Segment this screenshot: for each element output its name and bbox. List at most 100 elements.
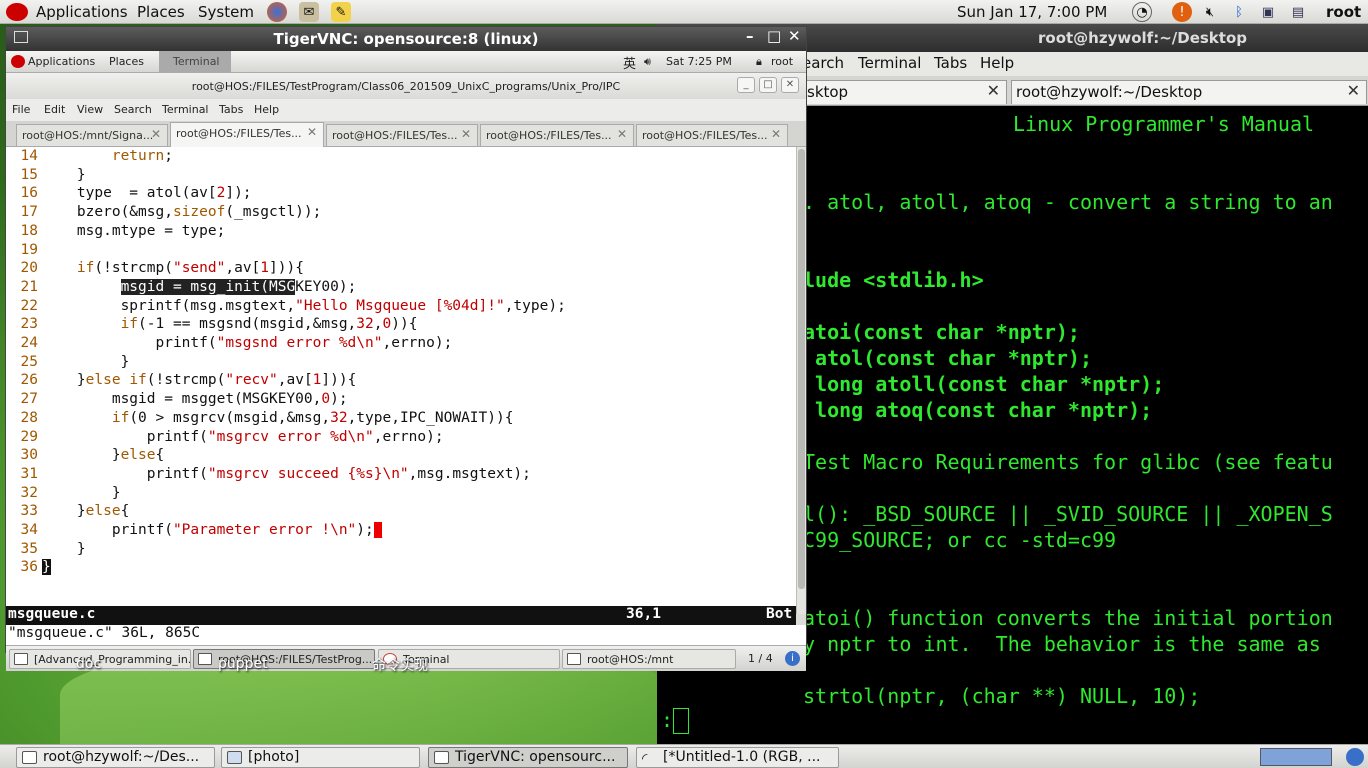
redhat-icon[interactable] — [11, 55, 25, 68]
terminal-menubar: File Edit View Search Terminal Tabs Help — [6, 99, 806, 121]
code-line: 17 bzero(&msg,sizeof(_msgctl)); — [6, 203, 322, 222]
status-scroll: Bot — [766, 606, 793, 622]
tab-1[interactable]: root@HOS:/mnt/Signa... ✕ — [16, 124, 168, 146]
menu-edit[interactable]: Edit — [44, 103, 65, 116]
clock[interactable]: Sun Jan 17, 7:00 PM — [957, 3, 1107, 21]
task-label: root@hzywolf:~/Des... — [43, 749, 200, 765]
tab-label: root@HOS:/FILES/Tes... — [486, 129, 612, 142]
tab-3[interactable]: root@HOS:/FILES/Tes... ✕ — [326, 124, 478, 146]
task-terminal-mnt[interactable]: root@HOS:/mnt — [562, 649, 736, 669]
volume-icon[interactable]: 🔊︎ — [644, 55, 651, 69]
menu-applications[interactable]: Applications — [28, 55, 95, 68]
menu-places[interactable]: Places — [109, 55, 144, 68]
line-number: 28 — [20, 409, 38, 426]
menu-terminal[interactable]: Terminal — [858, 54, 921, 72]
close-icon[interactable]: ✕ — [781, 77, 799, 93]
code-line: 32 } — [6, 484, 121, 503]
vim-editor[interactable]: 14 return; 15 } 16 type = atol(av[2]); 17 b… — [6, 147, 796, 614]
man-line: atoi() function converts the initial por… — [803, 606, 1333, 630]
line-number: 22 — [20, 297, 38, 314]
desktop-icon-doc[interactable]: doc — [76, 656, 101, 672]
menu-terminal[interactable]: Terminal — [162, 103, 209, 116]
menu-search[interactable]: earch — [802, 54, 844, 72]
remote-desktop: Applications Places Terminal 英 🔊︎ Sat 7:… — [6, 51, 806, 671]
bluetooth-icon[interactable]: ᛒ — [1229, 2, 1249, 22]
close-icon[interactable]: ✕ — [461, 127, 471, 141]
line-number: 18 — [20, 222, 38, 239]
tab-desktop-1[interactable]: sktop ✕ — [802, 80, 1007, 104]
code-line: 30 }else{ — [6, 446, 165, 465]
terminal-launcher[interactable]: Terminal — [159, 51, 231, 73]
close-icon[interactable]: ✕ — [1347, 81, 1360, 100]
volume-icon[interactable]: 🔇︎ — [1200, 2, 1220, 22]
menu-view[interactable]: View — [77, 103, 103, 116]
menu-applications[interactable]: Applications — [36, 3, 128, 21]
line-number: 21 — [20, 278, 38, 295]
tab-2[interactable]: root@HOS:/FILES/Tes... ✕ — [170, 122, 324, 147]
timer-icon[interactable]: ◔ — [1132, 2, 1152, 22]
menu-search[interactable]: Search — [114, 103, 152, 116]
menu-tabs[interactable]: Tabs — [934, 54, 967, 72]
menu-help[interactable]: Help — [980, 54, 1014, 72]
man-header: Linux Programmer's Manual — [1013, 112, 1315, 136]
top-panel: Applications Places System ✉ ✎ Sun Jan 1… — [0, 0, 1368, 24]
menu-help[interactable]: Help — [254, 103, 279, 116]
tab-5[interactable]: root@HOS:/FILES/Tes... ✕ — [636, 124, 788, 146]
menu-file[interactable]: File — [12, 103, 30, 116]
clock[interactable]: Sat 7:25 PM — [666, 55, 732, 68]
user-name[interactable]: root — [1326, 3, 1361, 21]
desktop-icon-puppet[interactable]: puppet — [218, 656, 268, 672]
close-icon[interactable]: ✕ — [617, 127, 627, 141]
code-line: 15 } — [6, 166, 86, 185]
tab-label: root@HOS:/mnt/Signa... — [22, 129, 154, 142]
task-hzywolf-terminal[interactable]: root@hzywolf:~/Des... — [16, 747, 215, 768]
code-line: 22 sprintf(msg.msgtext,"Hello Msgqueue [… — [6, 297, 566, 316]
pager-prompt: : — [661, 708, 674, 732]
trash-icon[interactable] — [1346, 748, 1364, 766]
close-icon[interactable]: ✕ — [151, 127, 161, 141]
firefox-icon[interactable] — [267, 2, 287, 22]
mail-icon[interactable]: ✉ — [299, 2, 319, 22]
user-name[interactable]: root — [771, 55, 793, 68]
minimize-icon[interactable]: _ — [737, 77, 755, 93]
task-gimp[interactable]: ◜ [*Untitled-1.0 (RGB, ... — [636, 747, 839, 768]
maximize-icon[interactable]: □ — [759, 77, 777, 93]
workspace-switcher[interactable] — [1260, 748, 1332, 766]
notes-icon[interactable]: ✎ — [331, 2, 351, 22]
terminal-icon — [198, 653, 212, 665]
window-menu-icon[interactable] — [14, 31, 28, 43]
menu-places[interactable]: Places — [137, 3, 185, 21]
redhat-icon[interactable] — [6, 3, 28, 21]
menu-system[interactable]: System — [198, 3, 254, 21]
workspace-indicator[interactable]: 1 / 4 — [748, 652, 773, 665]
code-line: 36} — [6, 558, 51, 577]
task-photo[interactable]: [photo] — [221, 747, 420, 768]
close-icon[interactable]: ✕ — [788, 27, 801, 45]
menu-tabs[interactable]: Tabs — [219, 103, 243, 116]
task-tigervnc[interactable]: TigerVNC: opensourc... — [428, 747, 628, 768]
task-label: [*Untitled-1.0 (RGB, ... — [663, 749, 821, 765]
line-number: 24 — [20, 335, 38, 351]
scrollbar[interactable] — [796, 147, 806, 614]
line-number: 17 — [20, 204, 38, 221]
network-icon[interactable]: ▣ — [1258, 2, 1278, 22]
desktop-icon-cmd[interactable]: 命令实现 — [372, 655, 428, 675]
line-number: 33 — [20, 503, 38, 520]
minimize-icon[interactable]: – — [746, 27, 754, 45]
maximize-icon[interactable]: □ — [767, 27, 781, 45]
scrollbar-thumb[interactable] — [798, 149, 805, 589]
line-number: 20 — [20, 260, 38, 277]
alert-icon[interactable]: ! — [1172, 2, 1192, 22]
line-number: 25 — [20, 353, 38, 370]
updates-icon[interactable]: ▤ — [1288, 2, 1308, 22]
ime-indicator[interactable]: 英 — [623, 53, 636, 72]
code-line: 26 }else if(!strcmp("recv",av[1])){ — [6, 371, 357, 390]
tab-desktop-2[interactable]: root@hzywolf:~/Desktop ✕ — [1011, 80, 1367, 104]
tab-4[interactable]: root@HOS:/FILES/Tes... ✕ — [480, 124, 634, 146]
terminal-icon — [567, 653, 581, 665]
code-line: 33 }else{ — [6, 502, 130, 521]
close-icon[interactable]: ✕ — [771, 127, 781, 141]
close-icon[interactable]: ✕ — [987, 81, 1000, 100]
close-icon[interactable]: ✕ — [307, 125, 317, 139]
info-icon[interactable]: i — [785, 651, 800, 666]
